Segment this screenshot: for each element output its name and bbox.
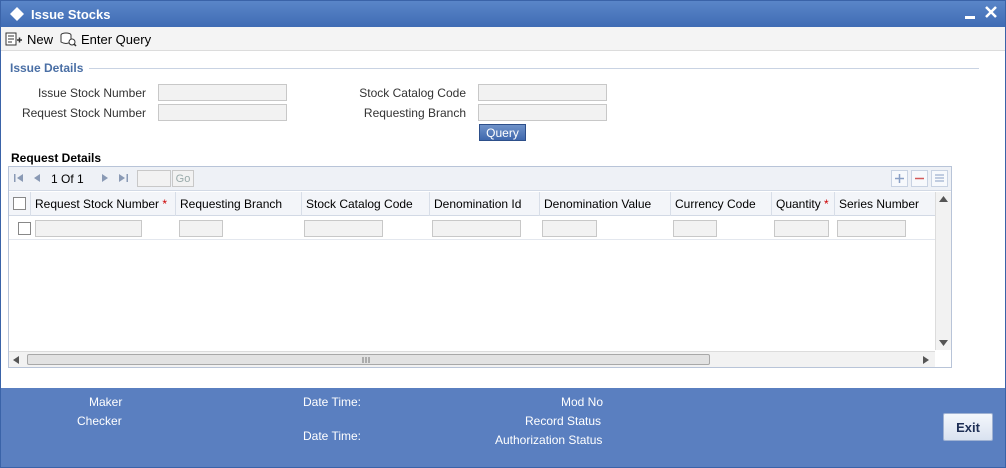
total-pages: 1: [77, 172, 84, 186]
requesting-branch-cell[interactable]: [179, 220, 223, 237]
issue-stocks-window: Issue Stocks New Enter Query Issue Detai…: [0, 0, 1006, 468]
denomination-id-cell[interactable]: [432, 220, 521, 237]
stock-catalog-code-field[interactable]: [478, 84, 607, 101]
section-divider: [89, 68, 979, 69]
table-row: [9, 217, 935, 240]
page-info: 1 Of 1: [51, 172, 84, 186]
delete-row-button[interactable]: [911, 170, 928, 187]
add-row-icon: [895, 174, 904, 183]
col-request-stock-number[interactable]: Request Stock Number *: [31, 192, 176, 216]
diamond-icon: [10, 7, 24, 21]
issue-stock-number-field[interactable]: [158, 84, 287, 101]
col-currency-code[interactable]: Currency Code: [671, 192, 772, 216]
issue-details-title: Issue Details: [10, 61, 84, 75]
exit-button[interactable]: Exit: [943, 413, 993, 441]
denomination-value-cell[interactable]: [542, 220, 597, 237]
single-view-button[interactable]: [931, 170, 948, 187]
col-stock-catalog-code[interactable]: Stock Catalog Code: [302, 192, 430, 216]
select-all-cell: [9, 192, 31, 216]
horizontal-scroll-thumb[interactable]: [27, 354, 710, 365]
page-number-input[interactable]: [137, 170, 171, 187]
requesting-branch-label: Requesting Branch: [363, 106, 466, 120]
stock-catalog-code-cell[interactable]: [304, 220, 383, 237]
row-checkbox[interactable]: [18, 222, 31, 235]
select-all-checkbox[interactable]: [13, 197, 26, 210]
record-status-label: Record Status: [525, 414, 602, 428]
authorization-status-label: Authorization Status: [495, 433, 603, 447]
maker-date-time-label: Date Time:: [303, 395, 362, 409]
first-page-icon[interactable]: [13, 172, 25, 184]
requesting-branch-field[interactable]: [478, 104, 607, 121]
window-title: Issue Stocks: [31, 7, 111, 22]
close-icon[interactable]: [983, 4, 999, 20]
next-page-icon[interactable]: [99, 172, 111, 184]
grip-icon: [362, 357, 370, 363]
col-series-number[interactable]: Series Number: [835, 192, 935, 216]
scroll-down-icon[interactable]: [939, 340, 948, 346]
current-page: 1: [51, 172, 58, 186]
page-of-label: Of: [61, 172, 74, 186]
col-denomination-id[interactable]: Denomination Id: [430, 192, 540, 216]
col-denomination-value[interactable]: Denomination Value: [540, 192, 671, 216]
request-stock-number-label: Request Stock Number: [21, 106, 146, 120]
scroll-up-icon[interactable]: [939, 196, 948, 202]
go-button[interactable]: Go: [172, 170, 194, 187]
horizontal-scrollbar[interactable]: [9, 351, 935, 367]
col-requesting-branch[interactable]: Requesting Branch: [176, 192, 302, 216]
query-button[interactable]: Query: [479, 124, 526, 141]
series-number-cell[interactable]: [837, 220, 906, 237]
vertical-scrollbar[interactable]: [935, 192, 951, 350]
scroll-right-icon[interactable]: [923, 356, 929, 364]
enter-query-label: Enter Query: [81, 31, 152, 47]
enter-query-button[interactable]: Enter Query: [59, 29, 151, 49]
enter-query-icon: [60, 32, 77, 47]
new-button-label: New: [27, 31, 54, 47]
title-bar: Issue Stocks: [1, 1, 1005, 27]
list-view-icon: [935, 174, 944, 182]
maker-label: Maker: [89, 395, 123, 409]
previous-page-icon[interactable]: [31, 172, 43, 184]
mod-no-label: Mod No: [561, 395, 604, 409]
add-row-button[interactable]: [891, 170, 908, 187]
request-stock-number-field[interactable]: [158, 104, 287, 121]
delete-row-icon: [915, 177, 924, 180]
last-page-icon[interactable]: [117, 172, 129, 184]
checker-label: Checker: [77, 414, 122, 428]
checker-date-time-label: Date Time:: [303, 429, 362, 443]
stock-catalog-code-label: Stock Catalog Code: [359, 86, 466, 100]
col-quantity[interactable]: Quantity *: [772, 192, 835, 216]
audit-footer: Maker Checker Date Time: Date Time: Mod …: [1, 388, 1005, 467]
new-button[interactable]: New: [5, 29, 53, 49]
request-details-grid: 1 Of 1 Go Request Stock Number * Request…: [8, 166, 952, 368]
scroll-left-icon[interactable]: [13, 356, 19, 364]
grid-pager: 1 Of 1 Go: [9, 167, 951, 191]
new-record-icon: [5, 32, 22, 46]
issue-stock-number-label: Issue Stock Number: [37, 86, 146, 100]
grid-header: Request Stock Number * Requesting Branch…: [9, 192, 935, 216]
request-details-title: Request Details: [11, 151, 102, 165]
quantity-cell[interactable]: [774, 220, 829, 237]
request-stock-number-cell[interactable]: [35, 220, 142, 237]
toolbar: New Enter Query: [1, 27, 1005, 51]
minimize-icon[interactable]: [963, 7, 977, 21]
currency-code-cell[interactable]: [673, 220, 717, 237]
